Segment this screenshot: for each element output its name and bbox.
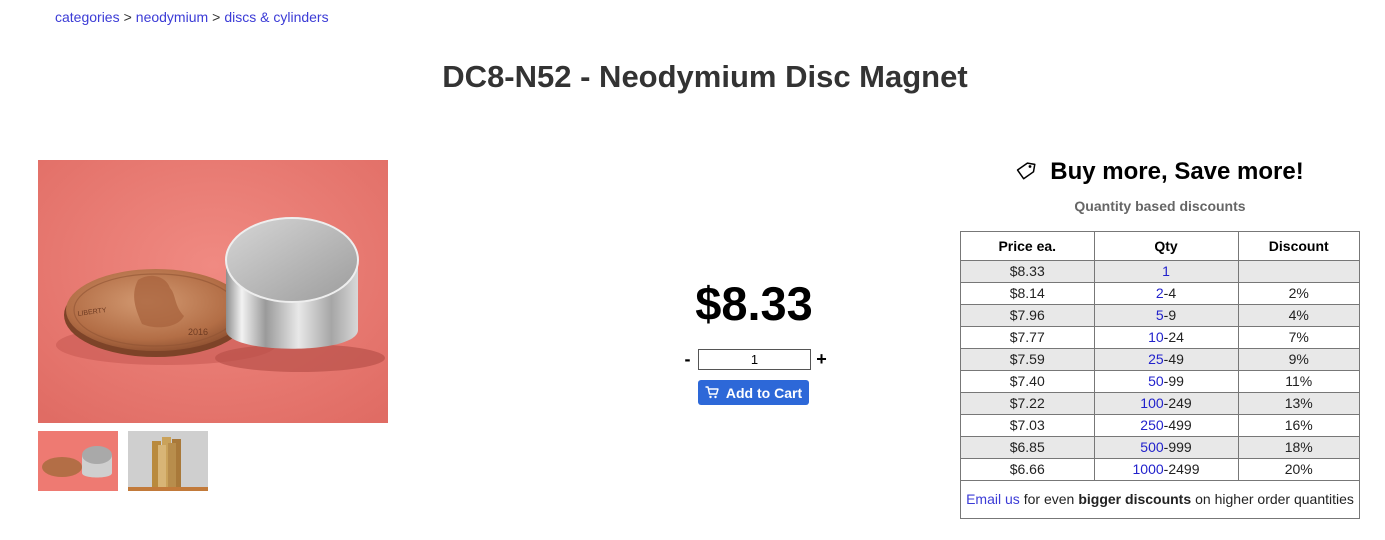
row-discount: 7% <box>1237 325 1359 349</box>
qty-link[interactable]: 5 <box>1156 307 1164 323</box>
row-price: $7.03 <box>961 413 1095 437</box>
qty-link[interactable]: 10 <box>1148 329 1164 345</box>
magnet-and-penny-thumbnail <box>38 431 118 491</box>
qty-range-end: -4 <box>1163 285 1177 301</box>
qty-range-end: -999 <box>1163 439 1192 455</box>
breadcrumb-separator: > <box>212 9 221 25</box>
breadcrumb-link-categories[interactable]: categories <box>55 9 120 25</box>
magnet-stack-thumbnail <box>128 431 208 491</box>
column-header-price: Price ea. <box>961 232 1095 261</box>
row-discount: 4% <box>1237 303 1359 327</box>
table-row: $6.85 500-999 18% <box>961 435 1359 459</box>
table-row: $8.14 2-4 2% <box>961 281 1359 305</box>
qty-range-end: -499 <box>1163 417 1192 433</box>
breadcrumb-separator: > <box>123 9 132 25</box>
column-header-qty: Qty <box>1093 232 1239 261</box>
row-qty: 1000-2499 <box>1093 457 1239 481</box>
tag-icon <box>1017 162 1036 180</box>
row-qty: 25-49 <box>1093 347 1239 371</box>
table-row: $7.77 10-24 7% <box>961 325 1359 349</box>
qty-range-end: -49 <box>1163 351 1184 367</box>
quantity-decrement-button[interactable]: - <box>680 349 695 370</box>
magnet-and-penny-photo: LIBERTY 2016 <box>38 160 388 423</box>
promo-title: Buy more, Save more! <box>1050 158 1304 185</box>
footer-bold-text: bigger discounts <box>1078 491 1192 507</box>
promo-heading: Buy more, Save more! <box>960 158 1360 186</box>
add-to-cart-button[interactable]: Add to Cart <box>698 380 809 405</box>
table-row: $7.40 50-99 11% <box>961 369 1359 393</box>
email-us-link[interactable]: Email us <box>966 491 1020 507</box>
breadcrumb-link-neodymium[interactable]: neodymium <box>136 9 208 25</box>
column-header-discount: Discount <box>1237 232 1359 261</box>
row-qty: 10-24 <box>1093 325 1239 349</box>
row-qty: 100-249 <box>1093 391 1239 415</box>
row-discount: 16% <box>1237 413 1359 437</box>
qty-range-end: -99 <box>1163 373 1184 389</box>
quantity-stepper: - + <box>680 348 829 370</box>
product-price: $8.33 <box>695 277 813 330</box>
row-discount: 20% <box>1237 457 1359 481</box>
qty-link[interactable]: 250 <box>1140 417 1163 433</box>
qty-range-end: -2499 <box>1163 461 1200 477</box>
qty-link[interactable]: 500 <box>1140 439 1163 455</box>
product-thumbnail-2[interactable] <box>128 431 208 491</box>
product-thumbnail-1[interactable] <box>38 431 118 491</box>
row-price: $7.40 <box>961 369 1095 393</box>
qty-link[interactable]: 1 <box>1162 263 1170 279</box>
row-qty: 500-999 <box>1093 435 1239 459</box>
row-qty: 250-499 <box>1093 413 1239 437</box>
row-price: $7.96 <box>961 303 1095 327</box>
qty-link[interactable]: 1000 <box>1133 461 1164 477</box>
footer-text-before: for even <box>1023 491 1075 507</box>
promo-subtitle: Quantity based discounts <box>1074 198 1246 214</box>
row-price: $6.66 <box>961 457 1095 481</box>
table-row: $6.66 1000-2499 20% <box>961 457 1359 481</box>
qty-range-end: -9 <box>1163 307 1177 323</box>
qty-link[interactable]: 50 <box>1148 373 1164 389</box>
row-qty: 5-9 <box>1093 303 1239 327</box>
breadcrumb: categories > neodymium > discs & cylinders <box>55 9 329 25</box>
discount-footer-note: Email us for even bigger discounts on highe… <box>961 481 1359 518</box>
row-price: $7.59 <box>961 347 1095 371</box>
row-discount: 2% <box>1237 281 1359 305</box>
row-discount: 18% <box>1237 435 1359 459</box>
page-title: DC8-N52 - Neodymium Disc Magnet <box>442 59 968 94</box>
row-qty: 1 <box>1093 259 1239 283</box>
footer-text-after: on higher order quantities <box>1195 491 1354 507</box>
row-discount <box>1237 259 1359 283</box>
cart-icon <box>705 386 719 399</box>
discount-table: Price ea. Qty Discount $8.33 1 $8.14 2-4… <box>960 231 1360 519</box>
quantity-increment-button[interactable]: + <box>814 349 829 370</box>
table-header-row: Price ea. Qty Discount <box>961 232 1359 261</box>
row-discount: 11% <box>1237 369 1359 393</box>
table-row: $7.59 25-49 9% <box>961 347 1359 371</box>
qty-link[interactable]: 25 <box>1148 351 1164 367</box>
row-price: $8.33 <box>961 259 1095 283</box>
row-qty: 50-99 <box>1093 369 1239 393</box>
quantity-input[interactable] <box>698 348 811 370</box>
qty-link[interactable]: 2 <box>1156 285 1164 301</box>
qty-link[interactable]: 100 <box>1140 395 1163 411</box>
qty-range-end: -24 <box>1163 329 1184 345</box>
qty-range-end: -249 <box>1163 395 1192 411</box>
coin-year-text: 2016 <box>188 327 208 337</box>
row-discount: 9% <box>1237 347 1359 371</box>
row-price: $8.14 <box>961 281 1095 305</box>
row-price: $7.22 <box>961 391 1095 415</box>
row-qty: 2-4 <box>1093 281 1239 305</box>
table-row: $7.03 250-499 16% <box>961 413 1359 437</box>
table-row: $8.33 1 <box>961 259 1359 283</box>
row-discount: 13% <box>1237 391 1359 415</box>
table-row: $7.96 5-9 4% <box>961 303 1359 327</box>
row-price: $7.77 <box>961 325 1095 349</box>
breadcrumb-link-discs-cylinders[interactable]: discs & cylinders <box>224 9 328 25</box>
row-price: $6.85 <box>961 435 1095 459</box>
table-row: $7.22 100-249 13% <box>961 391 1359 415</box>
product-main-image[interactable]: LIBERTY 2016 <box>38 160 388 423</box>
add-to-cart-label: Add to Cart <box>725 384 803 401</box>
